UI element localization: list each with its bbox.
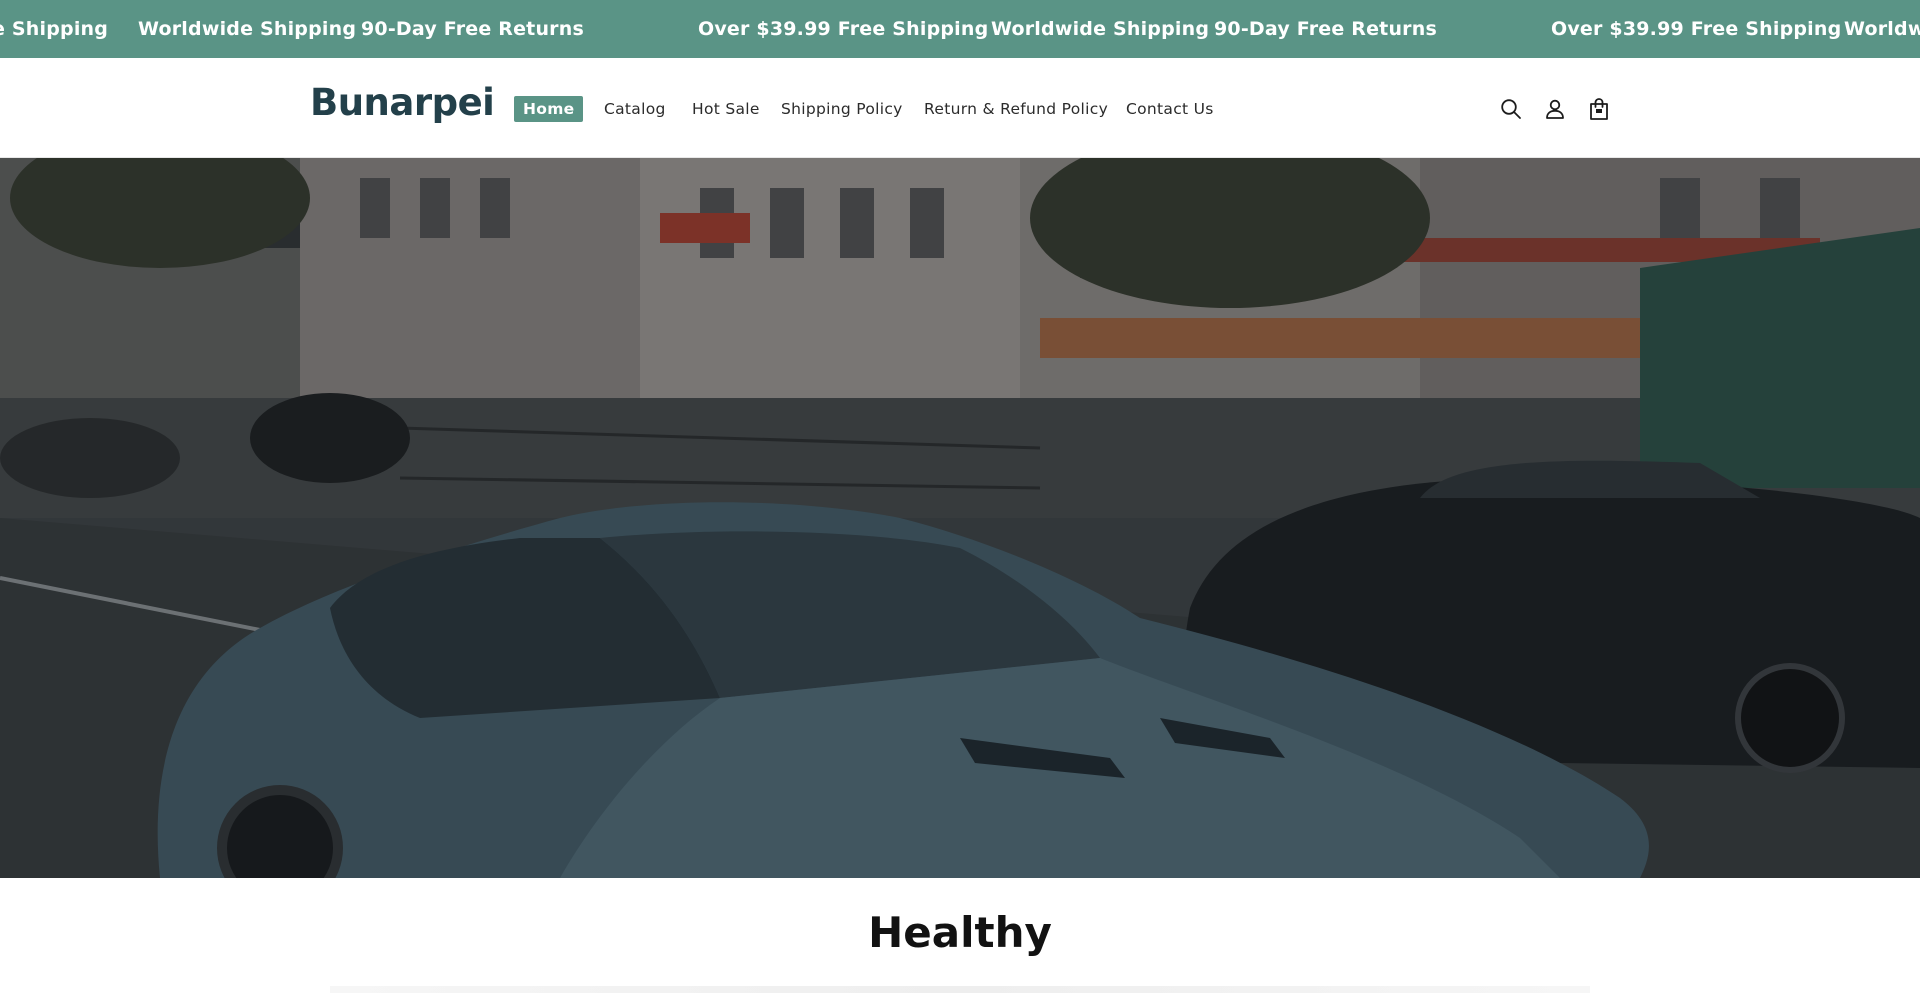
account-icon[interactable] xyxy=(1540,94,1570,124)
nav-item-shipping-policy[interactable]: Shipping Policy xyxy=(781,96,903,122)
announcement-item: Worldwide Shipping xyxy=(991,18,1210,40)
cart-icon[interactable] xyxy=(1584,94,1614,124)
nav-item-home[interactable]: Home xyxy=(514,96,584,122)
announcement-item: Worldwide Shipping xyxy=(138,18,357,40)
nav-item-return-refund-policy[interactable]: Return & Refund Policy xyxy=(924,96,1108,122)
site-logo[interactable]: Bunarpei xyxy=(310,84,495,121)
announcement-item: Over $39.99 Free Shipping xyxy=(1551,18,1842,40)
nav-item-contact-us[interactable]: Contact Us xyxy=(1126,96,1214,122)
announcement-item: e Shipping xyxy=(0,18,109,40)
announcement-item: 90-Day Free Returns xyxy=(361,18,584,40)
section-divider xyxy=(330,986,1590,993)
site-header: Bunarpei Home Catalog Hot Sale Shipping … xyxy=(0,58,1920,158)
section-title: Healthy xyxy=(868,908,1052,957)
nav-item-hot-sale[interactable]: Hot Sale xyxy=(692,96,760,122)
announcement-item: 90-Day Free Returns xyxy=(1214,18,1437,40)
hero-overlay xyxy=(0,158,1920,878)
announcement-bar: e Shipping Worldwide Shipping 90-Day Fre… xyxy=(0,0,1920,58)
announcement-item: Over $39.99 Free Shipping xyxy=(698,18,989,40)
announcement-item: Worldw xyxy=(1844,18,1920,40)
search-icon[interactable] xyxy=(1496,94,1526,124)
hero-banner xyxy=(0,158,1920,878)
nav-item-catalog[interactable]: Catalog xyxy=(604,96,666,122)
